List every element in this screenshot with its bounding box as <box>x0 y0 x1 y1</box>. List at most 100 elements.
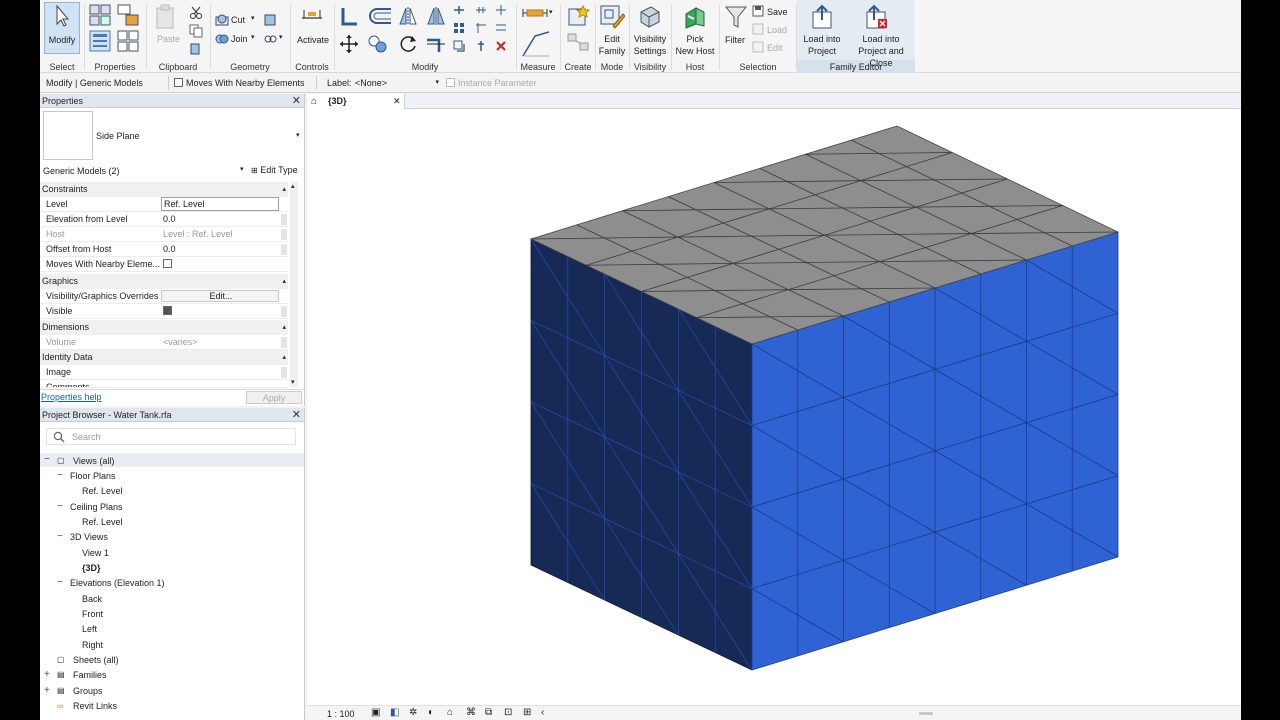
instance-parameter-checkbox[interactable]: Instance Parameter <box>446 78 537 88</box>
close-icon[interactable]: ✕ <box>292 408 301 422</box>
prop-row-vis-overrides[interactable]: Visibility/Graphics Overrides Edit... <box>40 289 288 304</box>
rotate-icon[interactable] <box>397 34 419 54</box>
trim-extend-icon[interactable] <box>425 34 447 54</box>
tree-elev-left[interactable]: Left <box>82 623 97 635</box>
array-icon[interactable] <box>453 22 465 34</box>
collapse-icon[interactable]: ▴ <box>282 182 286 197</box>
prop-row-moves[interactable]: Moves With Nearby Eleme... <box>40 257 288 272</box>
tree-revit-links[interactable]: Revit Links <box>73 700 117 712</box>
split-face-icon[interactable] <box>263 13 277 27</box>
checkbox-box[interactable] <box>446 78 455 87</box>
properties-help-link[interactable]: Properties help <box>41 392 102 402</box>
match-type-icon[interactable] <box>189 42 203 56</box>
group-dimensions[interactable]: Dimensions ▴ <box>40 320 288 335</box>
selector-dropdown-icon[interactable]: ▾ <box>240 165 244 173</box>
tree-elevations[interactable]: Elevations (Elevation 1) <box>70 577 165 589</box>
close-tab-icon[interactable]: ✕ <box>393 94 401 109</box>
prop-row-elevation[interactable]: Elevation from Level 0.0 <box>40 212 288 227</box>
properties-icon[interactable] <box>89 30 111 52</box>
edit-selection-icon[interactable] <box>752 41 764 53</box>
rendering-icon[interactable]: ⌂ <box>447 707 453 718</box>
activate-controls-icon[interactable] <box>300 4 324 28</box>
moves-checkbox[interactable] <box>163 259 172 268</box>
prop-row-offset[interactable]: Offset from Host 0.0 <box>40 242 288 257</box>
water-tank-model[interactable] <box>529 125 1120 671</box>
scale-icon[interactable] <box>453 40 465 52</box>
tree-ceiling-plans[interactable]: Ceiling Plans <box>70 501 123 513</box>
trim-multiple-icon[interactable] <box>495 22 507 34</box>
vis-overrides-edit-button[interactable]: Edit... <box>161 290 279 302</box>
shadows-icon[interactable]: ◐ <box>428 707 434 718</box>
offset-icon[interactable] <box>367 6 393 26</box>
prop-row-image[interactable]: Image <box>40 365 288 380</box>
collapse-icon[interactable]: − <box>57 470 63 482</box>
apply-button[interactable]: Apply <box>246 391 302 404</box>
join-button[interactable]: Join <box>231 34 248 44</box>
project-browser-title-bar[interactable]: Project Browser - Water Tank.rfa ✕ <box>40 408 304 422</box>
filter-button[interactable]: Filter <box>725 35 745 45</box>
collapse-icon[interactable]: − <box>57 577 63 589</box>
load-into-project-icon[interactable] <box>809 4 835 30</box>
visibility-settings-icon[interactable] <box>637 4 663 30</box>
collapse-icon[interactable]: − <box>57 501 63 513</box>
lock-3d-icon[interactable]: ⊡ <box>504 707 512 718</box>
pick-new-host-button[interactable]: Pick New Host <box>672 33 718 57</box>
level-value-field[interactable]: Ref. Level <box>161 197 279 211</box>
paint-dropdown-icon[interactable]: ▾ <box>279 33 283 41</box>
load-into-project-button[interactable]: Load into Project <box>797 33 847 57</box>
join-dropdown-icon[interactable]: ▾ <box>251 33 255 41</box>
sun-path-icon[interactable]: ✲ <box>409 707 417 718</box>
create-similar-icon[interactable] <box>566 4 590 28</box>
group-constraints[interactable]: Constraints ▴ <box>40 182 288 197</box>
scroll-down-icon[interactable]: ▾ <box>291 378 295 386</box>
family-types-icon[interactable] <box>117 30 139 52</box>
detail-level-icon[interactable]: ▣ <box>371 707 380 718</box>
split-element-icon[interactable] <box>453 4 465 16</box>
crop-view-icon[interactable]: ⌘ <box>466 707 476 718</box>
visible-checkbox-checked[interactable] <box>163 306 172 315</box>
instance-selector[interactable]: Generic Models (2) <box>43 166 120 176</box>
prop-row-level[interactable]: Level Ref. Level <box>40 197 288 212</box>
edit-family-button[interactable]: Edit Family <box>596 33 628 57</box>
mirror-draw-axis-icon[interactable] <box>425 6 447 26</box>
visibility-settings-button[interactable]: Visibility Settings <box>630 33 670 57</box>
load-selection-icon[interactable] <box>752 23 764 35</box>
expand-icon[interactable]: + <box>44 685 50 697</box>
tree-sheets[interactable]: Sheets (all) <box>73 654 119 666</box>
group-identity-data[interactable]: Identity Data ▴ <box>40 350 288 365</box>
tab-3d[interactable]: ⌂ {3D} ✕ <box>307 94 405 109</box>
copy-icon[interactable] <box>189 24 203 38</box>
save-selection-button[interactable]: Save <box>767 7 788 17</box>
panel-label-select[interactable]: Select <box>40 62 84 72</box>
activate-button[interactable]: Activate <box>293 35 333 45</box>
aligned-dimension-icon[interactable] <box>521 30 551 58</box>
properties-scrollbar[interactable] <box>290 182 298 387</box>
cut-dropdown-icon[interactable]: ▾ <box>251 14 255 22</box>
create-group-icon[interactable] <box>566 32 590 52</box>
measure-dropdown-icon[interactable]: ▾ <box>549 8 553 16</box>
collapse-icon[interactable]: ▴ <box>282 274 286 289</box>
family-category-icon[interactable] <box>117 4 139 26</box>
cut-button[interactable]: Cut <box>231 15 245 25</box>
tree-elev-right[interactable]: Right <box>82 639 103 651</box>
scroll-up-icon[interactable]: ▴ <box>291 182 295 190</box>
load-into-project-and-close-icon[interactable] <box>863 4 889 30</box>
tree-3d-default[interactable]: {3D} <box>82 562 101 574</box>
tree-floor-ref-level[interactable]: Ref. Level <box>82 485 123 497</box>
paint-icon[interactable] <box>263 32 277 46</box>
filter-icon[interactable] <box>724 4 748 30</box>
tree-families[interactable]: Families <box>73 669 107 681</box>
delete-icon[interactable] <box>495 40 507 52</box>
tree-3d-views[interactable]: 3D Views <box>70 531 108 543</box>
collapse-icon[interactable]: ▴ <box>282 320 286 335</box>
pin-icon[interactable] <box>475 40 487 52</box>
edit-family-icon[interactable] <box>599 4 625 30</box>
tree-elev-back[interactable]: Back <box>82 593 102 605</box>
show-crop-icon[interactable]: ⧉ <box>485 707 492 718</box>
load-selection-button[interactable]: Load <box>767 25 787 35</box>
paste-icon[interactable] <box>155 4 177 30</box>
view-scale[interactable]: 1 : 100 <box>327 709 355 719</box>
edit-type-button[interactable]: ⊞ Edit Type <box>251 165 298 175</box>
moves-with-nearby-checkbox[interactable]: Moves With Nearby Elements <box>174 78 305 88</box>
unpin-icon[interactable] <box>495 4 507 16</box>
